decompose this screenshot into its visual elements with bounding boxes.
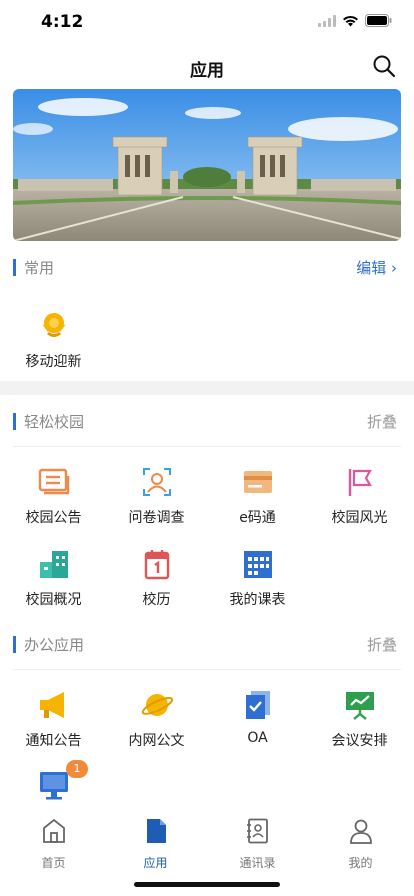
app-e-card[interactable]: e码通 [206, 466, 309, 536]
document-icon [246, 691, 270, 719]
card-icon [244, 471, 272, 493]
tab-apps[interactable]: 应用 [104, 818, 207, 870]
tab-label: 应用 [143, 856, 168, 870]
edit-button[interactable]: 编辑 › [356, 257, 397, 278]
app-label: 通知公告 [25, 733, 82, 749]
signal-icon [318, 14, 336, 27]
campus-gate-photo [13, 89, 401, 241]
app-label: 移动迎新 [25, 354, 82, 370]
section-accent-bar [13, 259, 16, 276]
tab-label: 通讯录 [239, 856, 276, 870]
home-icon [43, 818, 65, 843]
tab-label: 我的 [348, 856, 373, 870]
status-icons [318, 14, 392, 27]
app-campus-announcement[interactable]: 校园公告 [2, 466, 105, 536]
app-label: 会议安排 [331, 733, 388, 749]
banner-image[interactable] [13, 89, 401, 241]
contacts-icon [247, 818, 268, 844]
app-meeting-schedule[interactable]: 会议安排 [308, 689, 411, 759]
building-icon [40, 551, 68, 578]
status-bar: 4:12 [0, 0, 414, 44]
app-label: e码通 [239, 510, 276, 526]
app-school-calendar[interactable]: 校历 [105, 548, 208, 618]
section-common-header: 常用 编辑 › [0, 256, 414, 280]
section-accent-bar [13, 413, 16, 430]
tab-profile[interactable]: 我的 [309, 818, 412, 870]
app-label: 校园风光 [331, 510, 388, 526]
battery-icon [365, 14, 392, 27]
app-notice[interactable]: 通知公告 [2, 689, 105, 759]
app-label: 问卷调查 [128, 510, 185, 526]
presentation-icon [346, 692, 374, 720]
collapse-office-button[interactable]: 折叠 [367, 634, 397, 655]
page-title: 应用 [190, 61, 224, 81]
section-office-header: 办公应用 折叠 [0, 633, 414, 657]
app-label: 我的课表 [229, 592, 286, 608]
section-separator [0, 381, 414, 395]
section-common-title: 常用 [24, 259, 55, 277]
app-label: OA [247, 730, 268, 746]
tab-home[interactable]: 首页 [2, 818, 105, 870]
section-campus-title: 轻松校园 [24, 413, 85, 431]
app-label: 校园概况 [25, 592, 82, 608]
app-my-timetable[interactable]: 我的课表 [206, 548, 309, 618]
welcome-icon [42, 313, 66, 337]
tab-label: 首页 [41, 856, 66, 870]
collapse-campus-button[interactable]: 折叠 [367, 411, 397, 432]
app-mobile-welcome[interactable]: 移动迎新 [2, 310, 105, 380]
megaphone-icon [40, 692, 64, 718]
monitor-icon [40, 772, 68, 800]
app-survey[interactable]: 问卷调查 [105, 466, 208, 536]
divider [13, 669, 401, 670]
nav-bar: 应用 [0, 44, 414, 88]
section-accent-bar [13, 636, 16, 653]
app-label: 校历 [142, 592, 171, 608]
app-label: 内网公文 [128, 733, 185, 749]
timetable-icon [244, 551, 272, 578]
app-oa[interactable]: OA [206, 689, 309, 759]
apps-icon [147, 819, 166, 843]
search-icon[interactable] [372, 54, 396, 78]
survey-icon [143, 468, 171, 496]
status-time: 4:12 [41, 12, 84, 32]
notification-badge: 1 [66, 760, 88, 778]
divider [13, 446, 401, 447]
calendar-icon [144, 550, 170, 580]
profile-icon [350, 819, 372, 844]
planet-icon [141, 694, 173, 716]
announcement-icon [38, 468, 70, 495]
flag-icon [348, 469, 372, 496]
wifi-icon [343, 15, 358, 26]
section-office-title: 办公应用 [24, 636, 85, 654]
section-campus-header: 轻松校园 折叠 [0, 410, 414, 434]
app-intranet-documents[interactable]: 内网公文 [105, 689, 208, 759]
app-campus-scenery[interactable]: 校园风光 [308, 466, 411, 536]
app-campus-overview[interactable]: 校园概况 [2, 548, 105, 618]
app-label: 校园公告 [25, 510, 82, 526]
tab-contacts[interactable]: 通讯录 [206, 818, 309, 870]
home-indicator [134, 882, 280, 887]
